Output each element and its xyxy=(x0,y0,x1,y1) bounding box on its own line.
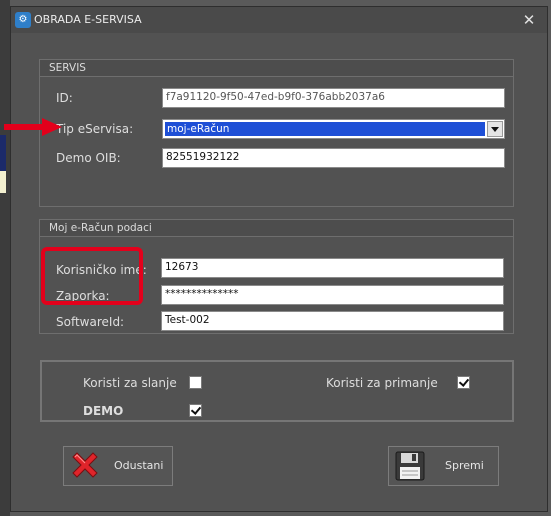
cancel-button[interactable]: Odustani xyxy=(63,446,173,486)
close-icon: ✕ xyxy=(522,11,536,29)
servis-group-title: SERVIS xyxy=(49,62,86,74)
koristi-za-slanje-checkbox[interactable] xyxy=(189,376,202,389)
floppy-disk-icon xyxy=(395,451,425,481)
red-x-icon xyxy=(72,452,98,478)
close-button[interactable]: ✕ xyxy=(517,8,541,32)
chevron-down-icon[interactable] xyxy=(487,121,503,137)
annotation-highlight-box xyxy=(41,247,143,305)
demo-checkbox[interactable] xyxy=(189,404,202,417)
servis-group: SERVIS ID: f7a91120-9f50-47ed-b9f0-376ab… xyxy=(39,59,514,207)
demo-oib-field[interactable]: 82551932122 xyxy=(162,148,505,168)
zaporka-field[interactable]: ************** xyxy=(161,285,504,305)
moj-eracun-group-header: Moj e-Račun podaci xyxy=(40,220,513,237)
save-button[interactable]: Spremi xyxy=(388,446,499,486)
title-bar: ⚙ OBRADA E-SERVISA ✕ xyxy=(11,7,547,33)
software-id-field[interactable]: Test-002 xyxy=(161,311,504,331)
id-field[interactable]: f7a91120-9f50-47ed-b9f0-376abb2037a6 xyxy=(162,88,505,108)
koristi-za-primanje-label: Koristi za primanje xyxy=(326,376,438,390)
moj-eracun-group-title: Moj e-Račun podaci xyxy=(49,222,152,234)
background-window-edge xyxy=(0,0,10,516)
koristi-za-slanje-label: Koristi za slanje xyxy=(83,376,177,390)
options-group: Koristi za slanje Koristi za primanje DE… xyxy=(40,360,514,422)
save-button-label: Spremi xyxy=(445,459,484,472)
tip-eservisa-selected-value: moj-eRačun xyxy=(164,121,486,137)
annotation-arrow-icon xyxy=(4,118,62,136)
demo-label: DEMO xyxy=(83,404,124,418)
id-label: ID: xyxy=(56,91,73,105)
demo-oib-label: Demo OIB: xyxy=(56,151,121,165)
background-strip-yellow xyxy=(0,171,6,193)
cancel-button-label: Odustani xyxy=(114,459,164,472)
software-id-label: SoftwareId: xyxy=(56,315,125,329)
window-title: OBRADA E-SERVISA xyxy=(34,13,142,26)
servis-group-header: SERVIS xyxy=(40,60,513,77)
background-strip-blue xyxy=(0,135,6,171)
korisnicko-ime-field[interactable]: 12673 xyxy=(161,258,504,278)
tip-eservisa-label: Tip eServisa: xyxy=(56,122,134,136)
koristi-za-primanje-checkbox[interactable] xyxy=(457,376,470,389)
tip-eservisa-select[interactable]: moj-eRačun xyxy=(162,119,505,139)
app-icon: ⚙ xyxy=(15,12,31,28)
